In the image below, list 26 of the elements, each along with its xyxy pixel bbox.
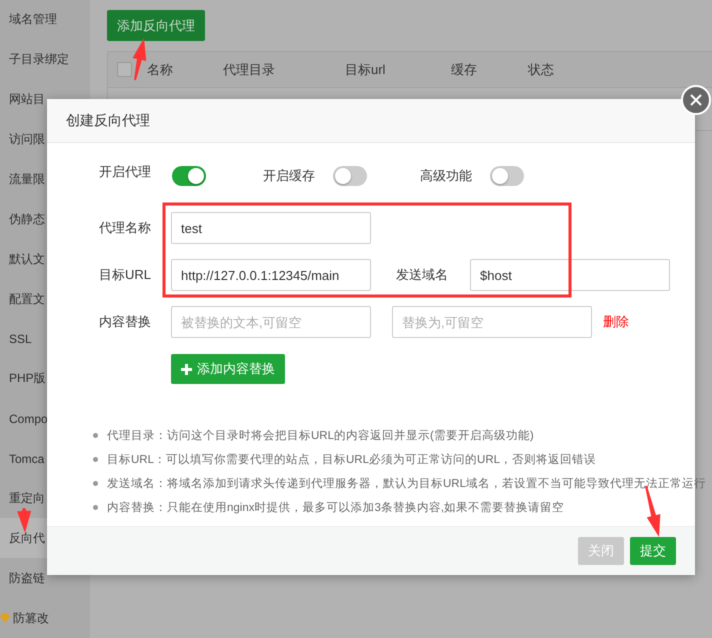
column-header: 缓存	[451, 60, 478, 78]
input-field[interactable]: 替换为,可留空	[392, 306, 592, 338]
sidebar-item[interactable]: 防篡改	[0, 598, 90, 638]
delete-link[interactable]: 删除	[603, 313, 629, 331]
input-field[interactable]: $host	[470, 259, 670, 291]
field-label: 内容替换	[98, 313, 151, 331]
switch-label: 开启代理	[98, 163, 151, 181]
input-field[interactable]: test	[171, 212, 371, 244]
help-note: 目标URL：可以填写你需要代理的站点，目标URL必须为可正常访问的URL，否则将返回错误	[107, 452, 596, 466]
help-note: 代理目录：访问这个目录时将会把目标URL的内容返回并显示(需要开启高级功能)	[107, 428, 534, 442]
column-header: 名称	[147, 60, 174, 78]
field-label: 代理名称	[98, 219, 151, 237]
column-header: 代理目录	[223, 60, 276, 78]
submit-button[interactable]: 提交	[630, 537, 676, 565]
field-label: 发送域名	[396, 266, 449, 284]
input-field[interactable]: http://127.0.0.1:12345/main	[171, 259, 371, 291]
add-replacement-button[interactable]: 添加内容替换	[171, 354, 285, 384]
field-label: 目标URL	[98, 266, 151, 284]
sidebar-item[interactable]: 子目录绑定	[0, 40, 90, 80]
column-header: 状态	[528, 60, 555, 78]
dialog-title: 创建反向代理	[47, 99, 695, 143]
input-field[interactable]: 被替换的文本,可留空	[171, 306, 371, 338]
help-note: 内容替换：只能在使用nginx时提供，最多可以添加3条替换内容,如果不需要替换请留空	[107, 500, 564, 514]
column-header: 目标url	[345, 60, 386, 78]
add-reverse-proxy-button[interactable]: 添加反向代理	[107, 10, 205, 41]
sidebar-item[interactable]: 域名管理	[0, 0, 90, 40]
